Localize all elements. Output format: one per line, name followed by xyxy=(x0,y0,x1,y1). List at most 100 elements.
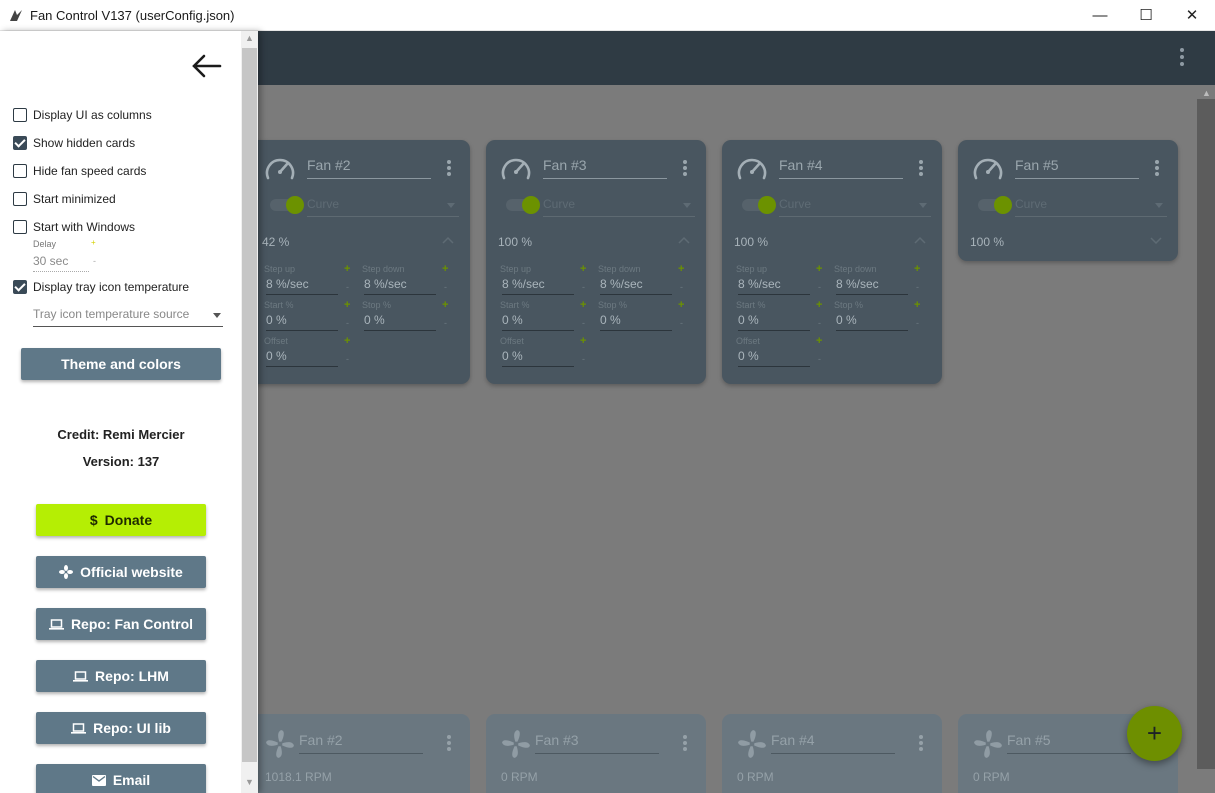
increment-button[interactable]: + xyxy=(914,263,920,275)
increment-button[interactable]: + xyxy=(442,263,448,275)
theme-colors-button[interactable]: Theme and colors xyxy=(21,348,221,380)
main-scrollbar[interactable]: ▲ xyxy=(1197,85,1215,793)
stop-input[interactable]: 0 % xyxy=(600,313,672,331)
decrement-button[interactable]: - xyxy=(582,282,585,292)
decrement-button[interactable]: - xyxy=(346,282,349,292)
offset-input[interactable]: 0 % xyxy=(266,349,338,367)
curve-select[interactable]: Curve xyxy=(779,197,931,217)
repo-lhm-button[interactable]: Repo: LHM xyxy=(36,660,206,692)
drawer-scrollbar[interactable]: ▲ ▼ xyxy=(241,31,258,793)
close-button[interactable]: ✕ xyxy=(1169,0,1215,30)
back-arrow-icon[interactable] xyxy=(190,53,222,79)
curve-select[interactable]: Curve xyxy=(543,197,695,217)
increment-button[interactable]: + xyxy=(344,299,350,311)
decrement-button[interactable]: - xyxy=(818,318,821,328)
increment-button[interactable]: + xyxy=(678,263,684,275)
more-vert-icon[interactable] xyxy=(446,735,452,753)
stop-input[interactable]: 0 % xyxy=(836,313,908,331)
start-input[interactable]: 0 % xyxy=(502,313,574,331)
enable-toggle-knob[interactable] xyxy=(994,196,1012,214)
repo-ui-lib-button[interactable]: Repo: UI lib xyxy=(36,712,206,744)
option-hide-fan-speed-cards[interactable]: Hide fan speed cards xyxy=(13,163,146,179)
option-show-hidden-cards[interactable]: Show hidden cards xyxy=(13,135,135,151)
increment-button[interactable]: + xyxy=(816,299,822,311)
decrement-button[interactable]: - xyxy=(680,318,683,328)
checkbox[interactable] xyxy=(13,136,27,150)
main-scroll-thumb[interactable] xyxy=(1197,99,1215,769)
increment-button[interactable]: + xyxy=(344,335,350,347)
more-vert-icon[interactable] xyxy=(918,735,924,753)
start-input[interactable]: 0 % xyxy=(738,313,810,331)
increment-button[interactable]: + xyxy=(442,299,448,311)
delay-increment[interactable]: + xyxy=(91,238,96,247)
more-vert-icon[interactable] xyxy=(1154,160,1160,178)
checkbox[interactable] xyxy=(13,108,27,122)
decrement-button[interactable]: - xyxy=(444,318,447,328)
scroll-up-icon[interactable]: ▲ xyxy=(245,33,254,43)
increment-button[interactable]: + xyxy=(580,263,586,275)
card-name-input[interactable]: Fan #5 xyxy=(1007,732,1131,754)
decrement-button[interactable]: - xyxy=(818,354,821,364)
decrement-button[interactable]: - xyxy=(346,318,349,328)
card-name-input[interactable]: Fan #3 xyxy=(535,732,659,754)
card-name-input[interactable]: Fan #2 xyxy=(299,732,423,754)
step-down-input[interactable]: 8 %/sec xyxy=(364,277,436,295)
card-name-input[interactable]: Fan #5 xyxy=(1015,157,1139,179)
card-name-input[interactable]: Fan #2 xyxy=(307,157,431,179)
increment-button[interactable]: + xyxy=(678,299,684,311)
delay-input[interactable]: 30 sec xyxy=(33,254,89,272)
drawer-scroll-thumb[interactable] xyxy=(242,48,257,762)
more-vert-icon[interactable] xyxy=(918,160,924,178)
step-up-input[interactable]: 8 %/sec xyxy=(266,277,338,295)
step-down-input[interactable]: 8 %/sec xyxy=(600,277,672,295)
more-vert-icon[interactable] xyxy=(1175,48,1189,68)
repo-fan-control-button[interactable]: Repo: Fan Control xyxy=(36,608,206,640)
more-vert-icon[interactable] xyxy=(682,735,688,753)
scroll-down-icon[interactable]: ▼ xyxy=(245,777,254,787)
email-button[interactable]: Email xyxy=(36,764,206,793)
add-card-button[interactable]: + xyxy=(1127,706,1182,761)
increment-button[interactable]: + xyxy=(914,299,920,311)
card-name-input[interactable]: Fan #4 xyxy=(779,157,903,179)
donate-button[interactable]: $ Donate xyxy=(36,504,206,536)
step-up-input[interactable]: 8 %/sec xyxy=(738,277,810,295)
step-down-input[interactable]: 8 %/sec xyxy=(836,277,908,295)
card-name-input[interactable]: Fan #4 xyxy=(771,732,895,754)
option-start-with-windows[interactable]: Start with Windows xyxy=(13,219,135,235)
scroll-up-icon[interactable]: ▲ xyxy=(1202,88,1211,98)
card-name-input[interactable]: Fan #3 xyxy=(543,157,667,179)
increment-button[interactable]: + xyxy=(816,263,822,275)
increment-button[interactable]: + xyxy=(816,335,822,347)
delay-decrement[interactable]: - xyxy=(93,256,96,266)
increment-button[interactable]: + xyxy=(344,263,350,275)
decrement-button[interactable]: - xyxy=(582,354,585,364)
decrement-button[interactable]: - xyxy=(818,282,821,292)
decrement-button[interactable]: - xyxy=(346,354,349,364)
offset-input[interactable]: 0 % xyxy=(502,349,574,367)
option-display-tray-temp[interactable]: Display tray icon temperature xyxy=(13,279,189,295)
tray-source-select[interactable]: Tray icon temperature source xyxy=(33,307,223,327)
more-vert-icon[interactable] xyxy=(446,160,452,178)
start-input[interactable]: 0 % xyxy=(266,313,338,331)
option-start-minimized[interactable]: Start minimized xyxy=(13,191,116,207)
curve-select[interactable]: Curve xyxy=(307,197,459,217)
enable-toggle-knob[interactable] xyxy=(522,196,540,214)
checkbox[interactable] xyxy=(13,192,27,206)
checkbox[interactable] xyxy=(13,280,27,294)
increment-button[interactable]: + xyxy=(580,335,586,347)
chevron-up-icon[interactable] xyxy=(678,236,690,244)
chevron-down-icon[interactable] xyxy=(1150,236,1162,244)
enable-toggle-knob[interactable] xyxy=(758,196,776,214)
stop-input[interactable]: 0 % xyxy=(364,313,436,331)
decrement-button[interactable]: - xyxy=(444,282,447,292)
decrement-button[interactable]: - xyxy=(916,318,919,328)
decrement-button[interactable]: - xyxy=(582,318,585,328)
chevron-up-icon[interactable] xyxy=(442,236,454,244)
decrement-button[interactable]: - xyxy=(916,282,919,292)
minimize-button[interactable]: — xyxy=(1077,0,1123,30)
checkbox[interactable] xyxy=(13,220,27,234)
enable-toggle-knob[interactable] xyxy=(286,196,304,214)
checkbox[interactable] xyxy=(13,164,27,178)
option-display-ui-columns[interactable]: Display UI as columns xyxy=(13,107,152,123)
chevron-up-icon[interactable] xyxy=(914,236,926,244)
